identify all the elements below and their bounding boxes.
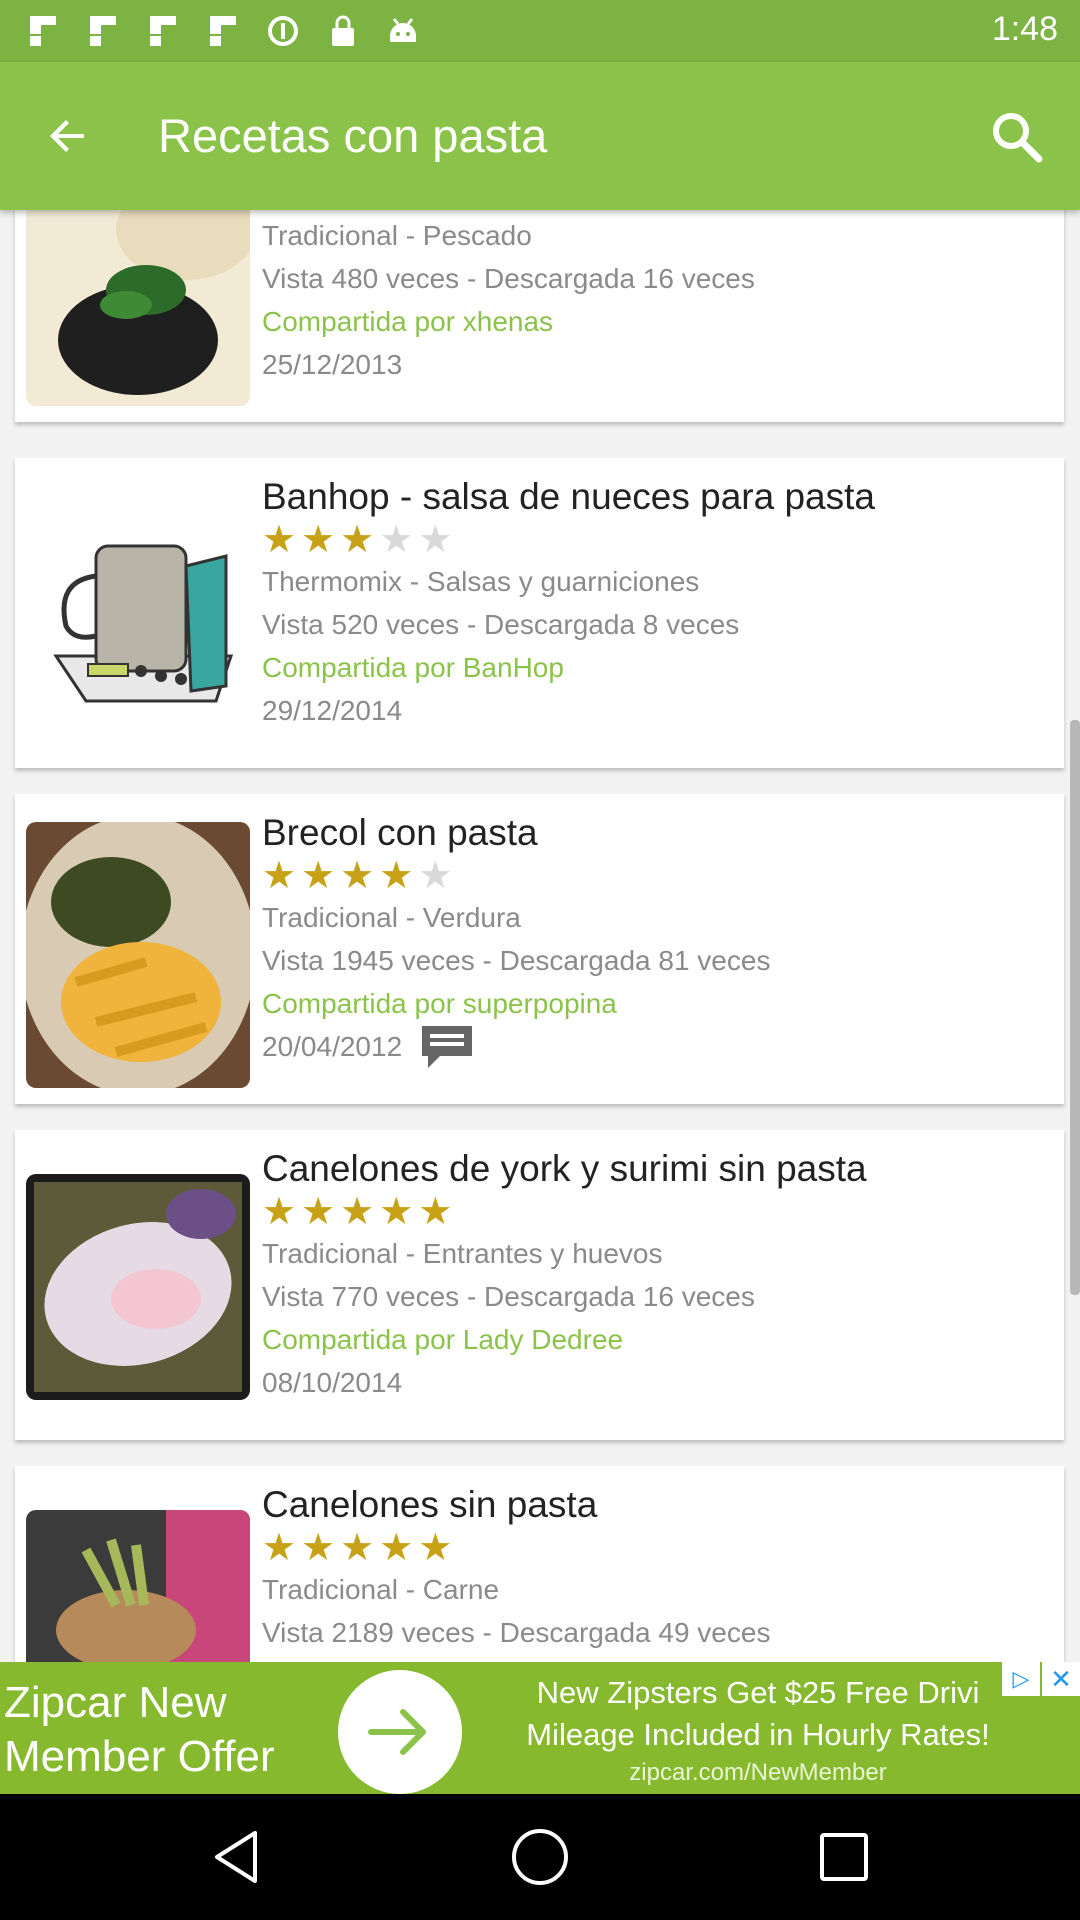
recipe-category: Tradicional - Pescado [262, 220, 532, 251]
recipe-category: Tradicional - Carne [262, 1574, 500, 1605]
recipe-thumbnail [26, 1510, 250, 1662]
rating-stars: ★★★★★ [262, 520, 1052, 560]
nav-recents-button[interactable] [814, 1827, 874, 1887]
flipboard-icon [26, 12, 60, 50]
star-filled-icon: ★ [301, 855, 336, 897]
recipe-card[interactable]: ★★★★★ Tradicional - Pescado Vista 480 ve… [15, 210, 1064, 422]
recipe-thumbnail [26, 822, 250, 1088]
recipe-title: Canelones sin pasta [262, 1484, 598, 1525]
recipe-info: Canelones de york y surimi sin pasta ★ ★ ★… [262, 1146, 1052, 1404]
recipe-date: 25/12/2013 [262, 349, 403, 380]
recipe-card[interactable]: Banhop - salsa de nueces para pasta ★ ★ ★ ★… [15, 458, 1064, 768]
recipe-stats: Vista 480 veces - Descargada 16 veces [262, 263, 755, 294]
ad-banner[interactable]: Zipcar New Member Offer New Zipsters Get… [0, 1662, 1080, 1794]
flipboard-icon [86, 12, 120, 50]
ad-copy: New Zipsters Get $25 Free Drivi Mileage … [478, 1672, 1038, 1790]
recipe-info: ★★★★★ Tradicional - Pescado Vista 480 ve… [262, 210, 1052, 386]
star-filled-icon: ★ [418, 1191, 453, 1233]
search-button[interactable] [982, 102, 1052, 172]
app-bar: Recetas con pasta [0, 62, 1080, 210]
recipe-category: Tradicional - Verdura [262, 902, 521, 933]
recipe-category: Tradicional - Entrantes y huevos [262, 1238, 663, 1269]
status-bar: 1:48 [0, 0, 1080, 62]
rating-stars: ★★★★★ [262, 1192, 1052, 1232]
star-filled-icon: ★ [262, 855, 297, 897]
star-filled-icon: ★ [379, 855, 414, 897]
home-circle-icon [512, 1829, 568, 1885]
ad-subline: Mileage Included in Hourly Rates! [526, 1717, 990, 1752]
star-filled-icon: ★ [262, 1527, 297, 1569]
nav-home-button[interactable] [510, 1827, 570, 1887]
recipe-info: Brecol con pasta ★ ★ ★ ★ ★ Tradicional - Ver… [262, 810, 1052, 1068]
status-icons [26, 12, 420, 50]
scrollbar[interactable] [1070, 720, 1080, 1295]
recipe-card[interactable]: Canelones sin pasta ★ ★ ★ ★ ★ Tradicional - … [15, 1466, 1064, 1662]
recipe-title: Brecol con pasta [262, 812, 538, 853]
rating-stars: ★★★★★ [262, 1528, 1052, 1568]
back-triangle-icon [215, 1831, 257, 1883]
recipe-info: Canelones sin pasta ★ ★ ★ ★ ★ Tradicional - … [262, 1482, 1052, 1654]
recipe-thumbnail [26, 210, 250, 406]
android-debug-icon [386, 12, 420, 50]
star-filled-icon: ★ [379, 1191, 414, 1233]
flipboard-icon [146, 12, 180, 50]
ad-close-icon[interactable]: ✕ [1042, 1662, 1080, 1696]
recipe-date: 29/12/2014 [262, 695, 403, 726]
back-button[interactable] [38, 106, 98, 166]
star-empty-icon: ★ [418, 855, 453, 897]
ad-headline: New Zipsters Get $25 Free Drivi [536, 1675, 980, 1710]
flipboard-icon [206, 12, 240, 50]
recipe-shared-by[interactable]: Compartida por Lady Dedree [262, 1318, 1052, 1361]
comments-icon[interactable] [418, 1022, 476, 1072]
ad-left-text: Zipcar New Member Offer [4, 1678, 275, 1781]
arrow-back-icon [50, 120, 84, 152]
recipe-shared-by[interactable]: Compartida por BanHop [262, 646, 1052, 689]
search-icon [993, 113, 1043, 163]
nav-back-button[interactable] [206, 1827, 266, 1887]
star-filled-icon: ★ [340, 1527, 375, 1569]
page-title: Recetas con pasta [158, 109, 548, 162]
star-filled-icon: ★ [340, 855, 375, 897]
recipe-stats: Vista 2189 veces - Descargada 49 veces [262, 1617, 771, 1648]
clock: 1:48 [991, 10, 1058, 48]
star-filled-icon: ★ [379, 1527, 414, 1569]
system-nav-bar [0, 1794, 1080, 1920]
recipe-date: 08/10/2014 [262, 1367, 403, 1398]
recipe-category: Thermomix - Salsas y guarniciones [262, 566, 700, 597]
recipe-stats: Vista 520 veces - Descargada 8 veces [262, 609, 740, 640]
recipe-card[interactable]: Brecol con pasta ★ ★ ★ ★ ★ Tradicional - Ver… [15, 794, 1064, 1104]
recipe-card[interactable]: Canelones de york y surimi sin pasta ★ ★ ★… [15, 1130, 1064, 1440]
recipe-stats: Vista 770 veces - Descargada 16 veces [262, 1281, 755, 1312]
recents-square-icon [820, 1833, 868, 1881]
star-filled-icon: ★ [262, 1191, 297, 1233]
data-saver-icon [266, 12, 300, 50]
recipe-thumbnail [26, 1174, 250, 1400]
arrow-right-icon[interactable] [338, 1670, 462, 1794]
star-filled-icon: ★ [301, 1191, 336, 1233]
star-filled-icon: ★ [340, 519, 375, 561]
star-empty-icon: ★ [379, 519, 414, 561]
ad-choices-icon[interactable]: ▷ [1002, 1662, 1040, 1696]
recipe-stats: Vista 1945 veces - Descargada 81 veces [262, 945, 771, 976]
lock-icon [326, 12, 360, 50]
recipe-shared-by[interactable]: Compartida por xhenas [262, 300, 1052, 343]
recipe-info: Banhop - salsa de nueces para pasta ★ ★ ★ ★… [262, 474, 1052, 732]
recipe-date: 20/04/2012 [262, 1031, 403, 1062]
star-filled-icon: ★ [340, 1191, 375, 1233]
star-filled-icon: ★ [418, 1527, 453, 1569]
rating-stars: ★★★★★ [262, 856, 1052, 896]
recipe-title: Canelones de york y surimi sin pasta [262, 1148, 867, 1189]
recipe-list[interactable]: ★★★★★ Tradicional - Pescado Vista 480 ve… [0, 210, 1080, 1662]
star-empty-icon: ★ [418, 519, 453, 561]
ad-url: zipcar.com/NewMember [629, 1759, 887, 1786]
recipe-thumbnail [26, 486, 250, 752]
star-filled-icon: ★ [262, 519, 297, 561]
recipe-title: Banhop - salsa de nueces para pasta [262, 476, 875, 517]
star-filled-icon: ★ [301, 519, 336, 561]
recipe-date-row: 20/04/2012 [262, 1025, 1052, 1068]
recipe-shared-by[interactable]: Compartida por superpopina [262, 982, 1052, 1025]
star-filled-icon: ★ [301, 1527, 336, 1569]
